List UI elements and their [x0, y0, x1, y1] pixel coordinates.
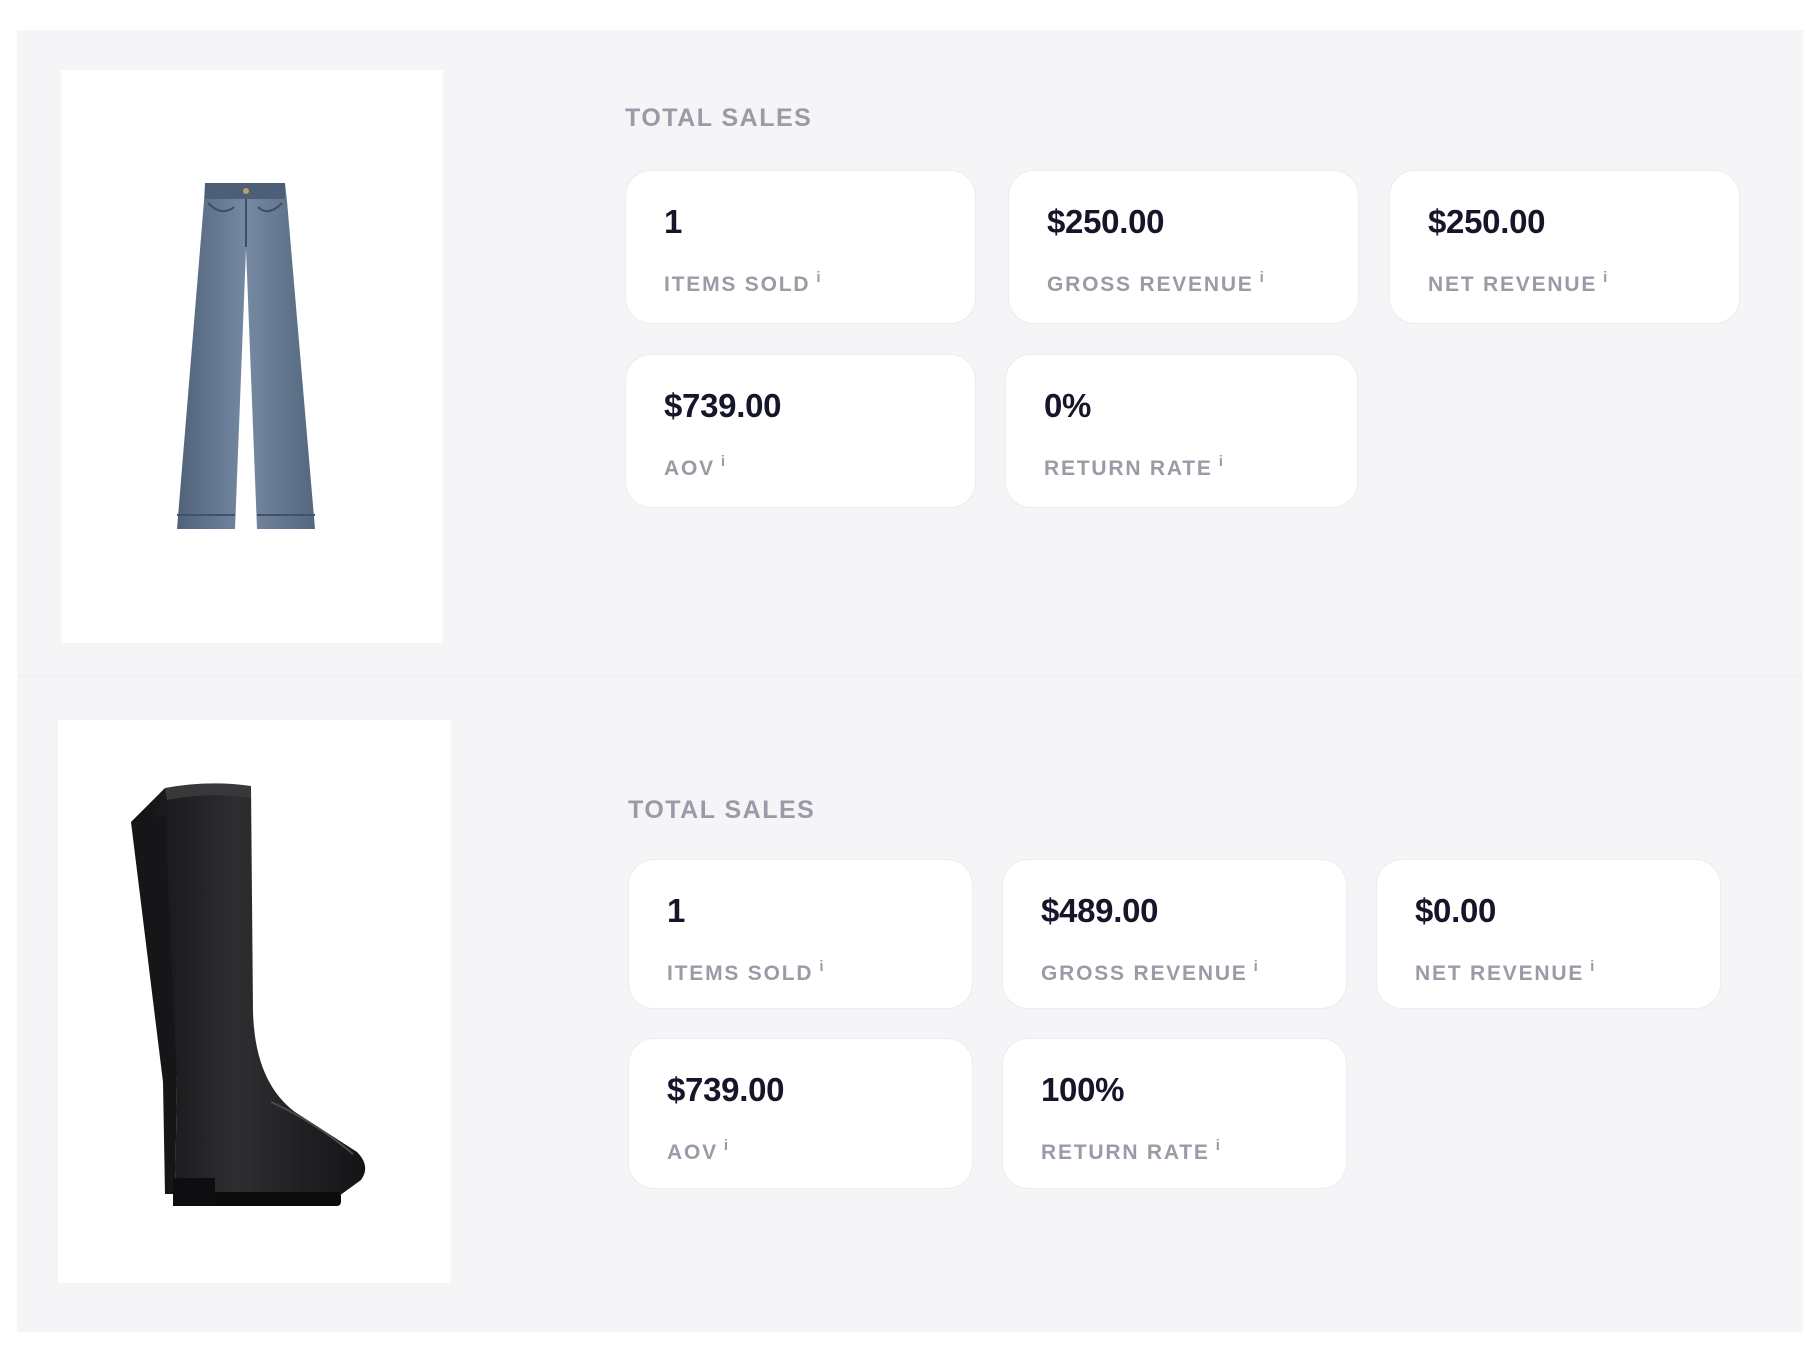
info-icon[interactable]: i [1260, 269, 1264, 286]
info-icon[interactable]: i [721, 453, 725, 470]
metric-value: 1 [667, 892, 686, 929]
metric-card-net-revenue: $250.00 NET REVENUE i [1389, 170, 1740, 324]
metric-label: AOV [664, 457, 715, 480]
metric-label-row: ITEMS SOLD i [667, 958, 824, 986]
product-sales-panel: TOTAL SALES 1 ITEMS SOLD i $250.00 GROSS … [17, 30, 1803, 1332]
metric-label: GROSS REVENUE [1047, 273, 1254, 296]
metric-label: AOV [667, 1141, 718, 1164]
metric-card-gross-revenue: $250.00 GROSS REVENUE i [1008, 170, 1359, 324]
metric-label-row: GROSS REVENUE i [1047, 269, 1264, 297]
product-section-jeans: TOTAL SALES 1 ITEMS SOLD i $250.00 GROSS … [17, 30, 1803, 675]
metric-card-items-sold: 1 ITEMS SOLD i [628, 859, 973, 1009]
metric-label: ITEMS SOLD [667, 962, 814, 985]
metric-value: $739.00 [667, 1071, 785, 1108]
metric-label: RETURN RATE [1041, 1141, 1210, 1164]
product-section-boot: TOTAL SALES 1 ITEMS SOLD i $489.00 GROSS … [17, 676, 1803, 1332]
metric-label: RETURN RATE [1044, 457, 1213, 480]
metric-card-aov: $739.00 AOV i [628, 1038, 973, 1189]
metric-value: 0% [1044, 387, 1092, 424]
info-icon[interactable]: i [1254, 958, 1258, 975]
info-icon[interactable]: i [1219, 453, 1223, 470]
metric-card-gross-revenue: $489.00 GROSS REVENUE i [1002, 859, 1347, 1009]
metric-label-row: RETURN RATE i [1041, 1137, 1220, 1165]
metric-value: $250.00 [1047, 203, 1165, 240]
metric-value: $250.00 [1428, 203, 1546, 240]
metric-label-row: RETURN RATE i [1044, 453, 1223, 481]
metric-card-net-revenue: $0.00 NET REVENUE i [1376, 859, 1721, 1009]
metric-label-row: NET REVENUE i [1415, 958, 1594, 986]
section-title-total-sales: TOTAL SALES [628, 796, 816, 824]
metric-card-items-sold: 1 ITEMS SOLD i [625, 170, 976, 324]
metric-card-return-rate: 100% RETURN RATE i [1002, 1038, 1347, 1189]
metric-label: GROSS REVENUE [1041, 962, 1248, 985]
metric-label: NET REVENUE [1415, 962, 1585, 985]
boot-icon [130, 782, 365, 1206]
info-icon[interactable]: i [1603, 269, 1607, 286]
product-image-jeans[interactable] [61, 70, 443, 643]
metric-label: ITEMS SOLD [664, 273, 811, 296]
info-icon[interactable]: i [1590, 958, 1594, 975]
metric-label-row: NET REVENUE i [1428, 269, 1607, 297]
info-icon[interactable]: i [724, 1137, 728, 1154]
metric-label-row: GROSS REVENUE i [1041, 958, 1258, 986]
metric-card-aov: $739.00 AOV i [625, 354, 976, 508]
metric-value: $489.00 [1041, 892, 1159, 929]
metric-value: 100% [1041, 1071, 1125, 1108]
metric-card-return-rate: 0% RETURN RATE i [1005, 354, 1358, 508]
metric-label-row: ITEMS SOLD i [664, 269, 821, 297]
product-image-boot[interactable] [58, 720, 451, 1283]
metric-label-row: AOV i [667, 1137, 728, 1165]
info-icon[interactable]: i [1216, 1137, 1220, 1154]
jeans-icon [177, 182, 315, 529]
metric-value: 1 [664, 203, 683, 240]
metric-value: $739.00 [664, 387, 782, 424]
metric-label: NET REVENUE [1428, 273, 1598, 296]
metric-label-row: AOV i [664, 453, 725, 481]
metric-value: $0.00 [1415, 892, 1497, 929]
info-icon[interactable]: i [816, 269, 820, 286]
section-title-total-sales: TOTAL SALES [625, 104, 813, 132]
info-icon[interactable]: i [819, 958, 823, 975]
